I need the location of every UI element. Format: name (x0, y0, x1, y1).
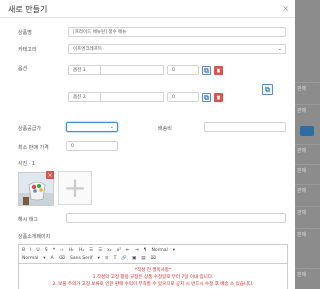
category-selected-value: 이프엔크레프트 (73, 47, 102, 52)
toolbar-button[interactable]: ‹› (60, 248, 64, 253)
hashtag-label: 해시 태그 (18, 217, 38, 223)
copy-icon (265, 87, 270, 92)
modal-header: 새로 만들기 × (0, 0, 295, 18)
editor-line: 2. 보물 주의가 고정 보류로 인한 판매 수익이 부족할 수 있으므로 공지… (52, 282, 254, 287)
option-2-delete-button[interactable] (214, 93, 223, 102)
close-icon: × (47, 171, 53, 179)
photos-label: 사진 · 1 (18, 161, 36, 167)
toolbar-button[interactable]: ¶ (144, 248, 147, 253)
options-label: 옵션 (18, 66, 28, 72)
editor-line: 1.작성의 고정 활용 규정은 상품 수정일로 부터 7일 이내 입니다. (92, 275, 214, 280)
option-2-name-input[interactable]: 옵션 2 (68, 92, 100, 102)
toolbar-button[interactable]: ▾ (98, 256, 100, 261)
toolbar-button[interactable]: x₂ (107, 248, 111, 253)
copy-icon (204, 68, 209, 73)
editor-line: *작성 전 필독사항* (134, 268, 172, 273)
shipping-input[interactable] (204, 122, 286, 132)
copy-icon (204, 95, 209, 100)
toolbar-button[interactable]: x² (117, 248, 121, 253)
background-row: 판매 (294, 82, 320, 94)
toolbar-button[interactable]: U (36, 248, 39, 253)
toolbar-button[interactable]: S (45, 248, 48, 253)
editor-content[interactable]: *작성 전 필독사항* 1.작성의 고정 활용 규정은 상품 수정일로 부터 7… (19, 264, 287, 288)
hashtag-input[interactable] (66, 213, 286, 223)
toolbar-button[interactable]: ⇤ (126, 248, 130, 253)
close-icon[interactable]: × (282, 4, 289, 13)
toolbar-button[interactable]: ▾ (173, 248, 175, 253)
toolbar-button[interactable]: H₂ (79, 248, 84, 253)
toolbar-button[interactable]: T (114, 256, 117, 261)
option-1-price-input[interactable]: 0 (167, 65, 199, 75)
background-row: 판매 (294, 144, 320, 156)
editor-toolbar: B I U S ❝ ‹› H₁ H₂ ☰ ☰ x₂ x² ⇤ ⇥ ¶ Normal ▾ Normal ▾ A ⌫ San… (19, 245, 287, 264)
toolbar-button[interactable]: B (22, 248, 25, 253)
product-name-label: 상품명 (18, 30, 32, 36)
toolbar-button[interactable]: 🔗 (121, 256, 127, 261)
option-2-value-input[interactable] (100, 92, 164, 102)
background-row: 판매 (294, 104, 320, 116)
background-row: 판매 (294, 206, 320, 218)
option-1-copy-button[interactable] (202, 66, 211, 75)
toolbar-button[interactable]: ≡ (105, 256, 109, 261)
rich-text-editor: B I U S ❝ ‹› H₁ H₂ ☰ ☰ x₂ x² ⇤ ⇥ ¶ Normal ▾ Normal ▾ A ⌫ San… (18, 244, 288, 289)
min-price-label: 최소 판매 가격 (18, 145, 49, 151)
toolbar-button[interactable]: I (30, 248, 31, 253)
option-1-value-input[interactable] (100, 65, 164, 75)
create-modal: 새로 만들기 × 상품명 [프라이드 에뉴된] 청수 메뉴 카테고리 이프엔크레… (0, 0, 295, 289)
toolbar-button[interactable]: H₁ (69, 248, 74, 253)
category-select[interactable]: 이프엔크레프트 ⌄ (68, 44, 286, 54)
option-2-price-input[interactable]: 0 (167, 92, 199, 102)
background-row: 판매 (294, 164, 320, 176)
background-action-button (300, 126, 314, 136)
toolbar-button[interactable]: ⇥ (135, 248, 139, 253)
toolbar-row: B I U S ❝ ‹› H₁ H₂ ☰ ☰ x₂ x² ⇤ ⇥ ¶ Normal ▾ (22, 246, 284, 254)
supply-price-label: 상품공급가 (18, 126, 42, 132)
option-1-name-input[interactable]: 옵션 1 (68, 65, 100, 75)
chevron-down-icon: ⌄ (277, 46, 282, 52)
add-option-button[interactable] (262, 84, 273, 95)
chevron-down-icon: ⌄ (109, 124, 114, 130)
toolbar-button[interactable]: ❝ (53, 248, 55, 253)
category-label: 카테고리 (18, 47, 37, 53)
background-row: 판매 (294, 228, 320, 240)
supply-price-select[interactable]: ⌄ (66, 122, 118, 132)
toolbar-button[interactable]: Normal (22, 256, 38, 261)
add-photo-button[interactable]: + (58, 171, 92, 205)
toolbar-button[interactable]: ⌫ (59, 256, 65, 261)
modal-title: 새로 만들기 (8, 5, 48, 14)
background-row: 판매 (294, 268, 320, 280)
toolbar-button[interactable]: Sans Serif (70, 256, 93, 261)
toolbar-button[interactable]: ☰ (89, 248, 93, 253)
toolbar-button[interactable]: ⌧ (151, 256, 156, 261)
toolbar-button[interactable]: ▾ (43, 256, 45, 261)
shipping-label: 배송비 (158, 126, 172, 132)
description-label: 상품소개페이지 (18, 234, 51, 240)
toolbar-row: Normal ▾ A ⌫ Sans Serif ▾ ≡ T 🔗 ▣ ▤ ⌧ (22, 254, 284, 262)
product-name-input[interactable]: [프라이드 에뉴된] 청수 메뉴 (68, 27, 286, 37)
toolbar-button[interactable]: A (51, 256, 54, 261)
toolbar-button[interactable]: ▤ (141, 256, 145, 261)
trash-icon (216, 95, 221, 100)
background-row: 판매 (294, 184, 320, 196)
min-price-input[interactable]: 0 (66, 141, 118, 151)
photo-remove-button[interactable]: × (46, 171, 54, 179)
option-2-copy-button[interactable] (202, 93, 211, 102)
toolbar-button[interactable]: Normal (151, 248, 167, 253)
plus-icon: + (63, 171, 87, 204)
trash-icon (216, 68, 221, 73)
toolbar-button[interactable]: ▣ (132, 256, 136, 261)
option-1-delete-button[interactable] (214, 66, 223, 75)
toolbar-button[interactable]: ☰ (98, 248, 102, 253)
